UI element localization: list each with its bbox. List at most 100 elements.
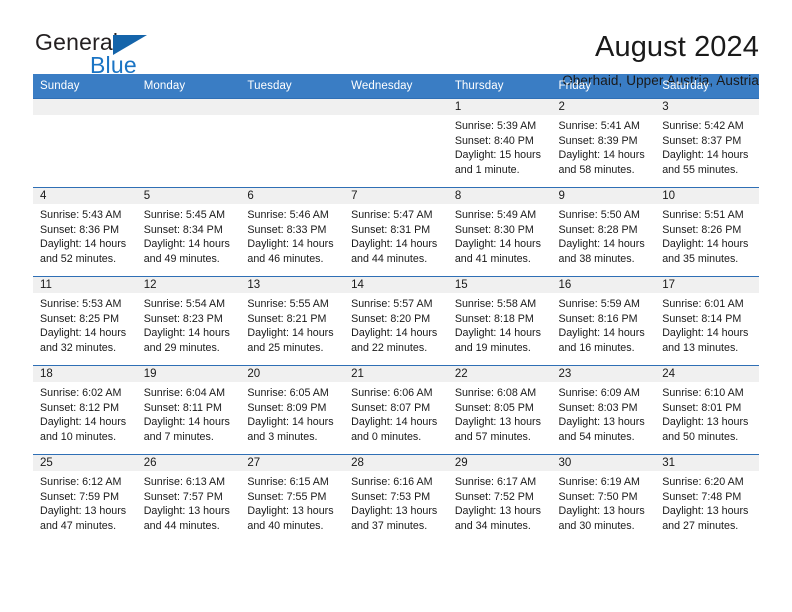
sunrise-time: Sunrise: 6:01 AM bbox=[662, 298, 744, 310]
daylight-duration-line1: Daylight: 14 hours bbox=[558, 149, 645, 162]
day-number: 22 bbox=[447, 366, 552, 382]
day-details: Sunrise: 5:45 AM Sunset: 8:34 PM Daylight:… bbox=[137, 204, 241, 266]
calendar-day-cell[interactable]: 13 Sunrise: 5:55 AM Sunset: 8:21 PM Dayligh… bbox=[240, 276, 345, 366]
daylight-duration-line2: and 1 minute. bbox=[454, 163, 520, 176]
calendar-day-cell[interactable]: 31 Sunrise: 6:20 AM Sunset: 7:48 PM Dayligh… bbox=[655, 454, 759, 544]
sunrise-time: Sunrise: 5:53 AM bbox=[40, 298, 122, 310]
calendar-day-cell[interactable]: 5 Sunrise: 5:45 AM Sunset: 8:34 PM Daylight… bbox=[136, 187, 241, 277]
calendar-body: 1 Sunrise: 5:39 AM Sunset: 8:40 PM Daylight… bbox=[33, 98, 759, 544]
sunrise-time: Sunrise: 6:20 AM bbox=[662, 476, 744, 488]
calendar-day-cell[interactable]: 24 Sunrise: 6:10 AM Sunset: 8:01 PM Dayligh… bbox=[655, 365, 759, 455]
sunset-time: Sunset: 7:55 PM bbox=[247, 490, 327, 503]
daylight-duration-line2: and 58 minutes. bbox=[558, 163, 635, 176]
calendar-day-cell[interactable]: 18 Sunrise: 6:02 AM Sunset: 8:12 PM Dayligh… bbox=[33, 365, 137, 455]
day-details: Sunrise: 6:20 AM Sunset: 7:48 PM Daylight:… bbox=[655, 471, 759, 533]
daylight-duration-line1: Daylight: 14 hours bbox=[558, 238, 645, 251]
daylight-duration-line2: and 22 minutes. bbox=[351, 341, 428, 354]
daylight-duration-line1: Daylight: 13 hours bbox=[662, 505, 749, 518]
sunrise-time: Sunrise: 6:04 AM bbox=[143, 387, 226, 399]
calendar-week-row: 25 Sunrise: 6:12 AM Sunset: 7:59 PM Dayligh… bbox=[33, 454, 759, 544]
calendar-day-cell[interactable]: 15 Sunrise: 5:58 AM Sunset: 8:18 PM Dayligh… bbox=[447, 276, 552, 366]
calendar-day-cell[interactable]: 11 Sunrise: 5:53 AM Sunset: 8:25 PM Dayligh… bbox=[33, 276, 137, 366]
day-number bbox=[33, 99, 137, 115]
calendar-day-cell[interactable]: 7 Sunrise: 5:47 AM Sunset: 8:31 PM Daylight… bbox=[344, 187, 448, 277]
day-details: Sunrise: 5:39 AM Sunset: 8:40 PM Daylight:… bbox=[448, 115, 552, 177]
day-number: 12 bbox=[136, 277, 241, 293]
daylight-duration-line2: and 37 minutes. bbox=[351, 519, 428, 532]
calendar-day-cell[interactable]: 16 Sunrise: 5:59 AM Sunset: 8:16 PM Dayligh… bbox=[551, 276, 656, 366]
sunset-time: Sunset: 8:07 PM bbox=[351, 401, 431, 414]
sunrise-time: Sunrise: 5:59 AM bbox=[558, 298, 640, 310]
calendar-day-cell[interactable]: 2 Sunrise: 5:41 AM Sunset: 8:39 PM Daylight… bbox=[551, 98, 656, 188]
calendar-day-cell[interactable]: 10 Sunrise: 5:51 AM Sunset: 8:26 PM Dayligh… bbox=[655, 187, 759, 277]
sunrise-time: Sunrise: 5:45 AM bbox=[143, 209, 226, 221]
day-number: 2 bbox=[551, 99, 656, 115]
calendar-day-cell[interactable]: 3 Sunrise: 5:42 AM Sunset: 8:37 PM Daylight… bbox=[655, 98, 759, 188]
calendar-day-cell[interactable]: 21 Sunrise: 6:06 AM Sunset: 8:07 PM Dayligh… bbox=[344, 365, 448, 455]
calendar-day-cell[interactable]: 8 Sunrise: 5:49 AM Sunset: 8:30 PM Daylight… bbox=[447, 187, 552, 277]
daylight-duration-line2: and 41 minutes. bbox=[454, 252, 531, 265]
day-details: Sunrise: 6:13 AM Sunset: 7:57 PM Daylight:… bbox=[137, 471, 241, 533]
calendar-day-cell[interactable]: 26 Sunrise: 6:13 AM Sunset: 7:57 PM Dayligh… bbox=[136, 454, 241, 544]
calendar-day-cell[interactable]: 28 Sunrise: 6:16 AM Sunset: 7:53 PM Dayligh… bbox=[344, 454, 448, 544]
weekday-header-thursday: Thursday bbox=[447, 74, 552, 99]
day-number: 3 bbox=[655, 99, 759, 115]
calendar-day-cell[interactable]: 19 Sunrise: 6:04 AM Sunset: 8:11 PM Dayligh… bbox=[136, 365, 241, 455]
day-details: Sunrise: 5:51 AM Sunset: 8:26 PM Daylight:… bbox=[655, 204, 759, 266]
calendar-day-cell[interactable]: 30 Sunrise: 6:19 AM Sunset: 7:50 PM Dayligh… bbox=[551, 454, 656, 544]
calendar-day-cell[interactable]: 12 Sunrise: 5:54 AM Sunset: 8:23 PM Dayligh… bbox=[136, 276, 241, 366]
calendar-day-cell[interactable]: 9 Sunrise: 5:50 AM Sunset: 8:28 PM Daylight… bbox=[551, 187, 656, 277]
sunrise-time: Sunrise: 6:15 AM bbox=[247, 476, 329, 488]
sunrise-time: Sunrise: 5:55 AM bbox=[247, 298, 329, 310]
daylight-duration-line2: and 0 minutes. bbox=[351, 430, 422, 443]
day-details: Sunrise: 6:04 AM Sunset: 8:11 PM Daylight:… bbox=[137, 382, 241, 444]
day-details: Sunrise: 5:58 AM Sunset: 8:18 PM Daylight:… bbox=[448, 293, 552, 355]
calendar-page: General Blue August 2024 Oberhaid, Upper… bbox=[0, 0, 792, 612]
day-details: Sunrise: 5:55 AM Sunset: 8:21 PM Daylight:… bbox=[240, 293, 344, 355]
sunset-time: Sunset: 8:12 PM bbox=[40, 401, 120, 414]
sunrise-time: Sunrise: 5:47 AM bbox=[351, 209, 433, 221]
day-details: Sunrise: 5:59 AM Sunset: 8:16 PM Daylight:… bbox=[552, 293, 656, 355]
sunrise-time: Sunrise: 6:12 AM bbox=[40, 476, 122, 488]
sunrise-time: Sunrise: 5:46 AM bbox=[247, 209, 329, 221]
daylight-duration-line2: and 40 minutes. bbox=[247, 519, 324, 532]
sunset-time: Sunset: 8:37 PM bbox=[662, 134, 742, 147]
brand-logo[interactable]: General Blue bbox=[33, 29, 203, 81]
calendar-day-cell[interactable]: 23 Sunrise: 6:09 AM Sunset: 8:03 PM Dayligh… bbox=[551, 365, 656, 455]
day-number: 14 bbox=[344, 277, 448, 293]
daylight-duration-line1: Daylight: 13 hours bbox=[454, 416, 541, 429]
calendar-day-cell[interactable]: 14 Sunrise: 5:57 AM Sunset: 8:20 PM Dayligh… bbox=[344, 276, 448, 366]
day-number: 23 bbox=[551, 366, 656, 382]
calendar-day-cell[interactable]: 6 Sunrise: 5:46 AM Sunset: 8:33 PM Daylight… bbox=[240, 187, 345, 277]
daylight-duration-line1: Daylight: 14 hours bbox=[247, 238, 334, 251]
calendar-day-cell[interactable]: 25 Sunrise: 6:12 AM Sunset: 7:59 PM Dayligh… bbox=[33, 454, 137, 544]
daylight-duration-line1: Daylight: 14 hours bbox=[351, 327, 438, 340]
sunrise-time: Sunrise: 6:08 AM bbox=[454, 387, 537, 399]
sunset-time: Sunset: 8:33 PM bbox=[247, 223, 327, 236]
day-details: Sunrise: 5:47 AM Sunset: 8:31 PM Daylight:… bbox=[344, 204, 448, 266]
sunset-time: Sunset: 7:48 PM bbox=[662, 490, 742, 503]
daylight-duration-line2: and 19 minutes. bbox=[454, 341, 531, 354]
sunrise-sunset-calendar: Sunday Monday Tuesday Wednesday Thursday… bbox=[33, 74, 759, 544]
sunset-time: Sunset: 8:11 PM bbox=[143, 401, 222, 414]
calendar-day-cell[interactable]: 20 Sunrise: 6:05 AM Sunset: 8:09 PM Dayligh… bbox=[240, 365, 345, 455]
daylight-duration-line1: Daylight: 14 hours bbox=[351, 416, 438, 429]
daylight-duration-line1: Daylight: 14 hours bbox=[662, 149, 749, 162]
calendar-day-cell[interactable]: 17 Sunrise: 6:01 AM Sunset: 8:14 PM Dayligh… bbox=[655, 276, 759, 366]
sunset-time: Sunset: 8:03 PM bbox=[558, 401, 638, 414]
daylight-duration-line1: Daylight: 14 hours bbox=[40, 238, 127, 251]
day-details: Sunrise: 5:54 AM Sunset: 8:23 PM Daylight:… bbox=[137, 293, 241, 355]
daylight-duration-line2: and 54 minutes. bbox=[558, 430, 635, 443]
day-number: 4 bbox=[33, 188, 137, 204]
sunset-time: Sunset: 8:05 PM bbox=[454, 401, 534, 414]
calendar-day-cell[interactable]: 4 Sunrise: 5:43 AM Sunset: 8:36 PM Daylight… bbox=[33, 187, 137, 277]
sunset-time: Sunset: 7:52 PM bbox=[454, 490, 534, 503]
calendar-day-cell[interactable]: 29 Sunrise: 6:17 AM Sunset: 7:52 PM Dayligh… bbox=[447, 454, 552, 544]
day-number: 13 bbox=[240, 277, 345, 293]
calendar-day-cell[interactable]: 27 Sunrise: 6:15 AM Sunset: 7:55 PM Dayligh… bbox=[240, 454, 345, 544]
day-details: Sunrise: 6:06 AM Sunset: 8:07 PM Daylight:… bbox=[344, 382, 448, 444]
calendar-day-cell[interactable]: 22 Sunrise: 6:08 AM Sunset: 8:05 PM Dayligh… bbox=[447, 365, 552, 455]
day-number: 24 bbox=[655, 366, 759, 382]
calendar-day-cell[interactable]: 1 Sunrise: 5:39 AM Sunset: 8:40 PM Daylight… bbox=[447, 98, 552, 188]
day-number: 9 bbox=[551, 188, 656, 204]
